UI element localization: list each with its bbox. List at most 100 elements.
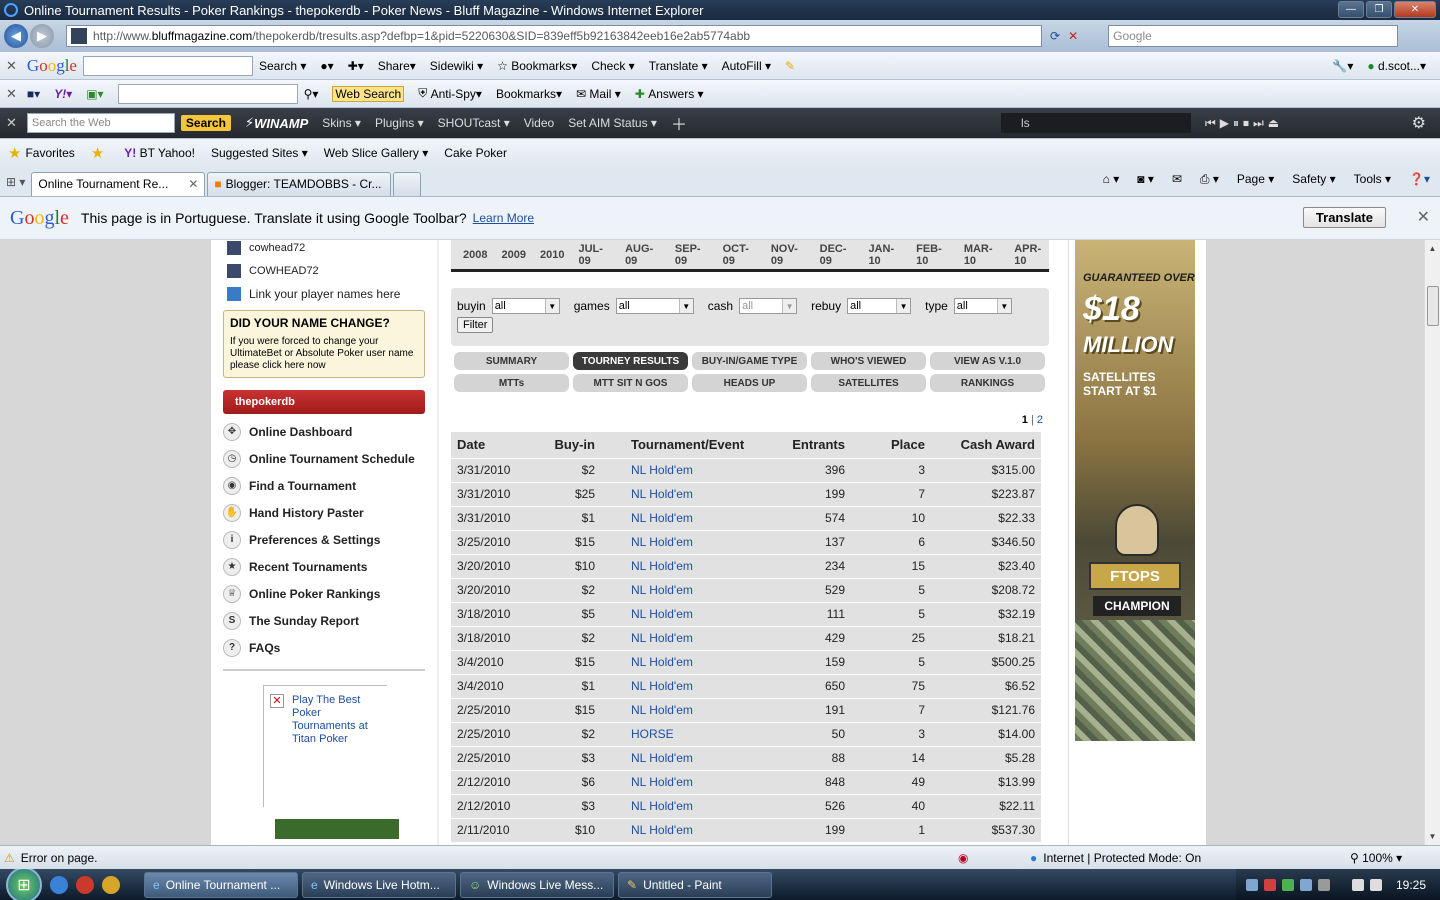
vertical-scrollbar[interactable]: ▲ ▼	[1424, 240, 1440, 845]
privacy-icon[interactable]: ◉	[958, 851, 968, 865]
cell-event[interactable]: NL Hold'em	[601, 601, 771, 626]
print-icon[interactable]: ⎙ ▾	[1200, 172, 1219, 187]
tab-whos-viewed[interactable]: WHO'S VIEWED	[811, 352, 926, 370]
plus-icon[interactable]: ✚▾	[348, 59, 364, 73]
add-favorite-icon[interactable]: ★	[91, 144, 108, 162]
google-search-button[interactable]: Search ▾	[259, 59, 306, 73]
start-button[interactable]: ⊞	[6, 869, 42, 900]
close-translate-icon[interactable]: ✕	[1417, 207, 1430, 227]
col-place[interactable]: Place	[851, 432, 931, 458]
player-controls-icon[interactable]: ⏮▶⏸⏹⏭⏏	[1205, 116, 1283, 131]
date-link[interactable]: FEB-10	[916, 243, 950, 267]
cell-event[interactable]: NL Hold'em	[601, 481, 771, 506]
tab-mtts[interactable]: MTTs	[454, 374, 569, 392]
full-tilt-ftops-ad[interactable]: GUARANTEED OVER $18 MILLION SATELLITES S…	[1075, 240, 1195, 741]
date-link[interactable]: MAR-10	[964, 243, 1000, 267]
skins-menu[interactable]: Skins ▾	[322, 116, 361, 130]
close-tab-icon[interactable]: ✕	[188, 177, 198, 191]
autofill-button[interactable]: AutoFill ▾	[722, 59, 771, 73]
share-button[interactable]: Share ▾	[378, 59, 416, 73]
stop-icon[interactable]: ✕	[1068, 29, 1078, 43]
titan-poker-ad[interactable]: ✕ Play The Best Poker Tournaments at Tit…	[263, 685, 387, 807]
cell-event[interactable]: NL Hold'em	[601, 745, 771, 770]
forward-button[interactable]: ▶	[30, 24, 54, 48]
refresh-icon[interactable]: ⟳	[1050, 29, 1060, 43]
new-tab-button[interactable]	[393, 171, 422, 196]
account-button[interactable]: ● d.scot... ▾	[1367, 59, 1426, 73]
date-link[interactable]: AUG-09	[625, 243, 661, 267]
games-select[interactable]: all ▼	[615, 298, 694, 314]
player-link[interactable]: cowhead72	[227, 240, 425, 258]
tab-view-as-v1[interactable]: VIEW AS V.1.0	[930, 352, 1045, 370]
answers-button[interactable]: ✚ Answers ▾	[635, 87, 704, 101]
app-quicklaunch-icon[interactable]	[102, 875, 120, 894]
cell-event[interactable]: NL Hold'em	[601, 529, 771, 554]
wrench-icon[interactable]: 🔧▾	[1332, 59, 1353, 73]
highlight-icon[interactable]: ✎	[785, 59, 795, 73]
tab-rankings[interactable]: RANKINGS	[930, 374, 1045, 392]
taskbar-messenger-button[interactable]: ☺ Windows Live Mess...	[460, 871, 614, 898]
tab-summary[interactable]: SUMMARY	[454, 352, 569, 370]
ie-quicklaunch-icon[interactable]	[50, 875, 68, 894]
check-button[interactable]: Check ▾	[591, 59, 634, 73]
cell-event[interactable]: NL Hold'em	[601, 793, 771, 818]
help-icon[interactable]: ❓▾	[1409, 172, 1430, 187]
sidebar-item-preferences[interactable]: i Preferences & Settings	[223, 526, 425, 553]
sidewiki-button[interactable]: Sidewiki ▾	[430, 59, 483, 73]
link-player-names[interactable]: Link your player names here	[227, 284, 425, 304]
gear-icon[interactable]: ⚙	[1412, 113, 1426, 133]
titan-ad-text[interactable]: Play The Best Poker Tournaments at Titan…	[292, 694, 368, 745]
cell-event[interactable]: NL Hold'em	[601, 649, 771, 674]
date-link[interactable]: OCT-09	[723, 243, 757, 267]
status-error[interactable]: Error on page.	[21, 851, 98, 865]
translate-toolbar-button[interactable]: Translate ▾	[649, 59, 708, 73]
close-toolbar-icon[interactable]: ✕	[6, 58, 17, 74]
cash-select[interactable]: all ▼	[739, 298, 798, 314]
date-link[interactable]: APR-10	[1014, 243, 1049, 267]
cell-event[interactable]: NL Hold'em	[601, 817, 771, 842]
sidebar-item-hand-history-paster[interactable]: ✋ Hand History Paster	[223, 499, 425, 526]
winamp-brand[interactable]: ⚡ WINAMP	[245, 115, 308, 131]
cell-event[interactable]: NL Hold'em	[601, 673, 771, 698]
security-zone[interactable]: ● Internet | Protected Mode: On	[1030, 851, 1201, 865]
close-toolbar-icon[interactable]: ✕	[6, 115, 17, 131]
col-date[interactable]: Date	[451, 432, 531, 458]
taskbar-paint-button[interactable]: ✎ Untitled - Paint	[618, 871, 772, 898]
taskbar-ie-button[interactable]: e Online Tournament ...	[144, 871, 298, 898]
tab-heads-up[interactable]: HEADS UP	[692, 374, 807, 392]
network-icon[interactable]	[1351, 878, 1364, 891]
tray-icon[interactable]	[1317, 878, 1330, 891]
close-window-button[interactable]: ✕	[1394, 1, 1436, 18]
feeds-icon[interactable]: ◙ ▾	[1137, 172, 1154, 187]
sidebar-item-poker-rankings[interactable]: ♕ Online Poker Rankings	[223, 580, 425, 607]
taskbar-hotmail-button[interactable]: e Windows Live Hotm...	[302, 871, 456, 898]
date-link[interactable]: 2010	[540, 249, 564, 261]
col-buyin[interactable]: Buy-in	[531, 432, 601, 458]
add-icon[interactable]: ＋	[671, 111, 687, 135]
cell-event[interactable]: NL Hold'em	[601, 577, 771, 602]
rebuy-select[interactable]: all ▼	[847, 298, 912, 314]
cake-poker-link[interactable]: Cake Poker	[444, 146, 507, 160]
bookmarks-button[interactable]: ☆ Bookmarks ▾	[497, 59, 577, 73]
plugins-menu[interactable]: Plugins ▾	[375, 116, 424, 130]
tab-tourney-results[interactable]: TOURNEY RESULTS	[573, 352, 688, 370]
date-link[interactable]: JUL-09	[578, 243, 611, 267]
zoom-level[interactable]: ⚲ 100% ▾	[1350, 851, 1402, 865]
tab-buyin-game-type[interactable]: BUY-IN/GAME TYPE	[692, 352, 807, 370]
home-icon[interactable]: ⌂ ▾	[1103, 172, 1120, 187]
tab-online-tournament[interactable]: Online Tournament Re... ✕	[31, 171, 206, 196]
cell-event[interactable]: NL Hold'em	[601, 625, 771, 650]
maximize-button[interactable]: ❐	[1366, 1, 1392, 18]
read-mail-icon[interactable]: ✉	[1172, 172, 1182, 187]
filter-button[interactable]: Filter	[457, 317, 494, 333]
sidebar-item-tournament-schedule[interactable]: ◷ Online Tournament Schedule	[223, 445, 425, 472]
close-toolbar-icon[interactable]: ✕	[6, 86, 17, 102]
tab-blogger[interactable]: ■ Blogger: TEAMDOBBS - Cr...	[207, 171, 392, 196]
web-slice-gallery-link[interactable]: Web Slice Gallery ▾	[324, 146, 429, 160]
winamp-search-button[interactable]: Search	[180, 115, 231, 131]
col-cash-award[interactable]: Cash Award	[931, 432, 1041, 458]
translate-button[interactable]: Translate	[1302, 207, 1386, 228]
scroll-down-icon[interactable]: ▼	[1425, 832, 1440, 841]
name-change-box[interactable]: DID YOUR NAME CHANGE? If you were forced…	[223, 310, 425, 378]
tray-icon[interactable]	[1299, 878, 1312, 891]
